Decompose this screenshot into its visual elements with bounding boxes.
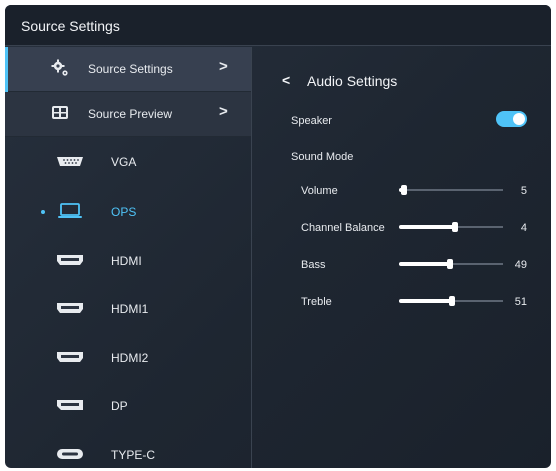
source-item-hdmi2[interactable]: HDMI2 — [5, 340, 251, 376]
volume-label: Volume — [301, 185, 338, 197]
bass-slider[interactable] — [399, 258, 503, 270]
bass-label: Bass — [301, 259, 326, 271]
speaker-toggle[interactable] — [496, 111, 527, 127]
vga-port-icon — [57, 157, 83, 166]
slider-thumb[interactable] — [452, 222, 459, 232]
volume-slider[interactable] — [399, 184, 503, 196]
gear-icon — [51, 59, 68, 76]
source-label: TYPE-C — [111, 448, 156, 462]
title-bar: Source Settings — [5, 5, 551, 46]
menu-item-label: Source Preview — [88, 107, 173, 121]
panel-title: Audio Settings — [307, 73, 398, 89]
hdmi-port-icon — [57, 303, 83, 313]
source-label: DP — [111, 399, 128, 413]
preview-icon — [52, 106, 68, 119]
chevron-right-icon: > — [219, 58, 228, 75]
menu-item-source-settings[interactable]: Source Settings > — [5, 47, 251, 92]
channel-balance-value: 4 — [520, 222, 527, 234]
toggle-knob — [513, 113, 525, 125]
chevron-right-icon: > — [219, 103, 228, 120]
menu-item-source-preview[interactable]: Source Preview > — [5, 92, 251, 137]
audio-settings-panel: < Audio Settings Speaker Sound Mode Volu… — [252, 47, 551, 468]
source-label: OPS — [111, 205, 137, 219]
back-button[interactable]: < — [282, 72, 290, 88]
menu-item-label: Source Settings — [88, 62, 173, 76]
hdmi-port-icon — [57, 255, 83, 265]
laptop-icon — [58, 203, 82, 218]
source-item-hdmi1[interactable]: HDMI1 — [5, 291, 251, 327]
source-label: HDMI2 — [111, 351, 149, 365]
slider-thumb[interactable] — [401, 185, 408, 195]
slider-track — [399, 189, 503, 191]
usb-c-port-icon — [57, 449, 83, 459]
source-item-ops[interactable]: OPS — [5, 194, 251, 230]
slider-fill — [399, 225, 456, 229]
left-navigation: Source Settings > Source Preview > VGA O… — [5, 47, 251, 468]
volume-value: 5 — [520, 185, 527, 197]
sound-mode-label[interactable]: Sound Mode — [291, 151, 353, 163]
source-item-type-c[interactable]: TYPE-C — [5, 437, 251, 468]
source-item-vga[interactable]: VGA — [5, 144, 251, 180]
source-item-hdmi[interactable]: HDMI — [5, 243, 251, 279]
slider-fill — [399, 262, 450, 266]
window-title: Source Settings — [21, 18, 120, 34]
active-indicator — [5, 47, 8, 92]
channel-balance-slider[interactable] — [399, 221, 503, 233]
selected-dot-icon — [41, 210, 45, 214]
source-label: HDMI — [111, 254, 142, 268]
bass-value: 49 — [514, 259, 527, 271]
hdmi-port-icon — [57, 352, 83, 362]
source-settings-window: Source Settings Source Settings > Source… — [5, 5, 551, 468]
treble-slider[interactable] — [399, 295, 503, 307]
source-item-dp[interactable]: DP — [5, 388, 251, 424]
treble-label: Treble — [301, 296, 332, 308]
source-label: HDMI1 — [111, 302, 149, 316]
speaker-label: Speaker — [291, 115, 332, 127]
channel-balance-label: Channel Balance — [301, 222, 385, 234]
slider-fill — [399, 299, 453, 303]
displayport-icon — [57, 400, 83, 410]
slider-thumb[interactable] — [446, 259, 453, 269]
source-label: VGA — [111, 155, 137, 169]
slider-thumb[interactable] — [449, 296, 456, 306]
treble-value: 51 — [514, 296, 527, 308]
